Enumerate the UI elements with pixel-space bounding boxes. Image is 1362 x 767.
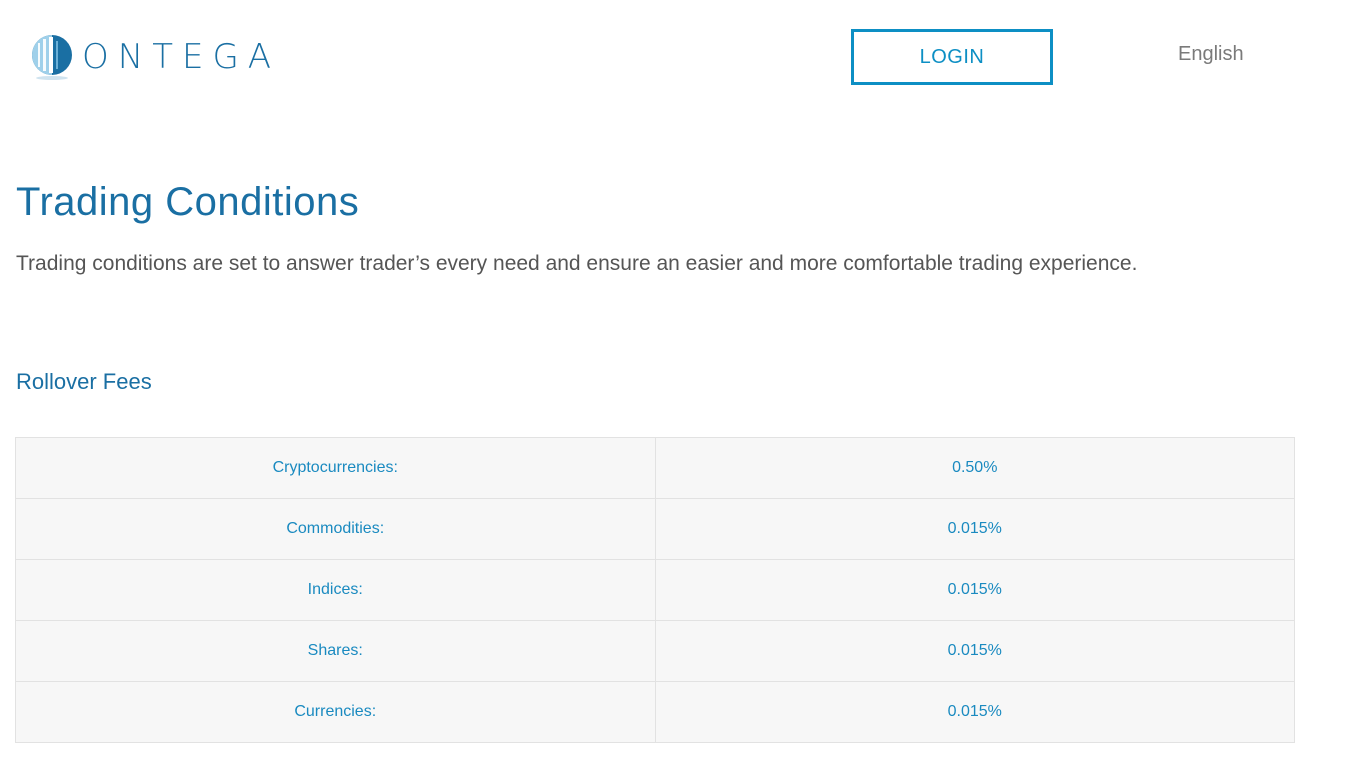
logo-mark-icon <box>32 35 72 80</box>
fee-value: 0.015% <box>654 498 1295 560</box>
fee-value: 0.015% <box>654 559 1295 621</box>
table-row: Indices: 0.015% <box>15 559 1295 621</box>
logo-text: ONTEGA <box>82 37 281 77</box>
table-row: Shares: 0.015% <box>15 620 1295 682</box>
fee-label: Indices: <box>15 559 656 621</box>
site-header: ONTEGA LOGIN English <box>0 0 1362 110</box>
ontega-logo[interactable]: ONTEGA <box>28 33 280 81</box>
fee-label: Currencies: <box>15 681 656 743</box>
table-row: Currencies: 0.015% <box>15 681 1295 743</box>
rollover-fees-heading: Rollover Fees <box>16 369 152 394</box>
page-subtitle: Trading conditions are set to answer tra… <box>16 252 1138 275</box>
table-row: Commodities: 0.015% <box>15 498 1295 560</box>
fee-value: 0.50% <box>654 437 1295 499</box>
rollover-fees-table: Cryptocurrencies: 0.50% Commodities: 0.0… <box>15 437 1295 743</box>
fee-label: Commodities: <box>15 498 656 560</box>
fee-value: 0.015% <box>654 620 1295 682</box>
fee-label: Shares: <box>15 620 656 682</box>
language-selector[interactable]: English <box>1178 43 1244 66</box>
fee-label: Cryptocurrencies: <box>15 437 656 499</box>
table-row: Cryptocurrencies: 0.50% <box>15 437 1295 499</box>
fee-value: 0.015% <box>654 681 1295 743</box>
page-title: Trading Conditions <box>16 180 360 224</box>
login-button[interactable]: LOGIN <box>851 29 1053 85</box>
